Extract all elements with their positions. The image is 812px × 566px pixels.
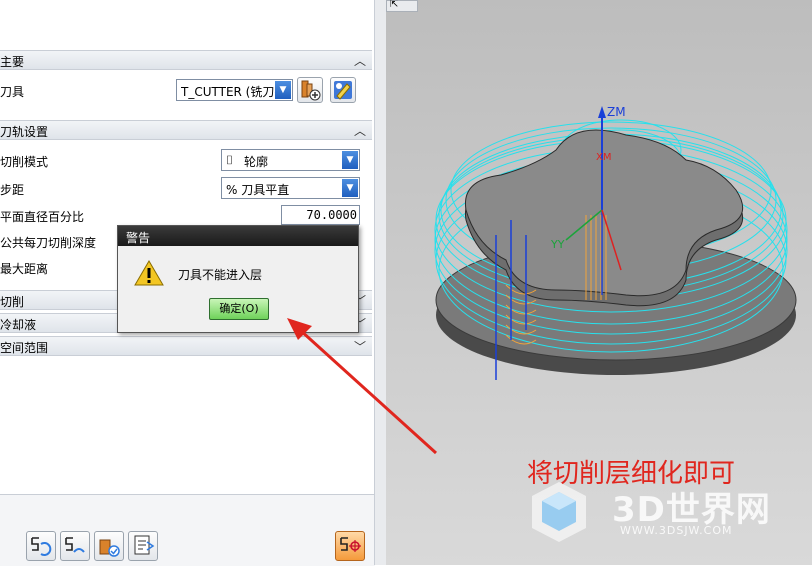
warning-dialog: 警告 刀具不能进入层 确定(O) bbox=[117, 225, 359, 333]
max-distance-label: 最大距离 bbox=[0, 262, 49, 276]
generate-icon bbox=[31, 537, 52, 556]
list-icon bbox=[134, 535, 155, 555]
cut-mode-select[interactable]: ⌷ 轮廓 ▼ bbox=[221, 149, 360, 171]
replay-icon bbox=[65, 537, 85, 553]
flat-diameter-input[interactable]: 70.0000 bbox=[281, 205, 360, 225]
cut-mode-row: 切削模式 ⌷ 轮廓 ▼ bbox=[0, 147, 372, 173]
warning-icon bbox=[134, 260, 164, 286]
list-button[interactable] bbox=[128, 531, 158, 561]
section-main-header[interactable]: 主要 ︿ bbox=[0, 50, 372, 70]
dropdown-arrow-icon: ▼ bbox=[342, 179, 358, 197]
dialog-title: 警告 bbox=[126, 231, 151, 245]
verify-button[interactable] bbox=[94, 531, 124, 561]
panel-top-blank bbox=[0, 0, 375, 48]
tool-select[interactable]: T_CUTTER (铣刀- ▼ bbox=[176, 79, 293, 101]
depth-label: 公共每刀切削深度 bbox=[0, 236, 97, 250]
action-bar bbox=[0, 494, 375, 566]
tool-row: 刀具 T_CUTTER (铣刀- ▼ bbox=[0, 77, 372, 103]
edit-tool-button[interactable] bbox=[330, 77, 356, 103]
chevron-up-icon: ︿ bbox=[353, 124, 366, 138]
watermark-url: WWW.3DSJW.COM bbox=[620, 524, 733, 537]
section-main-label: 主要 bbox=[0, 55, 25, 69]
settings-icon bbox=[340, 537, 361, 552]
cut-mode-value: 轮廓 bbox=[244, 155, 269, 169]
settings-button[interactable] bbox=[335, 531, 365, 561]
undock-icon: ⇱ bbox=[390, 0, 399, 10]
axis-y-label: YY bbox=[550, 238, 565, 251]
contour-mode-icon: ⌷ bbox=[226, 153, 234, 167]
dropdown-arrow-icon: ▼ bbox=[342, 151, 358, 169]
chevron-down-icon: ﹀ bbox=[353, 340, 366, 354]
section-spatial-label: 空间范围 bbox=[0, 341, 49, 355]
replay-button[interactable] bbox=[60, 531, 90, 561]
dialog-titlebar[interactable]: 警告 bbox=[118, 226, 358, 246]
tool-select-value: T_CUTTER (铣刀- bbox=[181, 85, 279, 99]
stepover-value: % 刀具平直 bbox=[226, 183, 290, 197]
watermark-cube-logo bbox=[532, 482, 586, 542]
tool-label: 刀具 bbox=[0, 85, 25, 99]
stepover-label: 步距 bbox=[0, 183, 25, 197]
section-spatial-header[interactable]: 空间范围 ﹀ bbox=[0, 336, 372, 356]
section-toolpath-label: 刀轨设置 bbox=[0, 125, 49, 139]
viewport-tab[interactable]: ⇱ bbox=[386, 0, 418, 12]
axis-x-label: XM bbox=[596, 152, 611, 163]
chevron-up-icon: ︿ bbox=[353, 54, 366, 68]
stepover-select[interactable]: % 刀具平直 ▼ bbox=[221, 177, 360, 199]
verify-icon bbox=[99, 539, 120, 557]
dialog-message: 刀具不能进入层 bbox=[178, 268, 263, 282]
edit-tool-icon bbox=[334, 81, 352, 100]
flat-diameter-label: 平面直径百分比 bbox=[0, 210, 85, 224]
axis-zm-label: ZM bbox=[607, 105, 626, 119]
cut-mode-label: 切削模式 bbox=[0, 155, 49, 169]
section-toolpath-header[interactable]: 刀轨设置 ︿ bbox=[0, 120, 372, 140]
generate-button[interactable] bbox=[26, 531, 56, 561]
new-tool-button[interactable] bbox=[297, 77, 323, 103]
new-tool-icon bbox=[301, 80, 321, 101]
dropdown-arrow-icon: ▼ bbox=[275, 81, 291, 99]
section-coolant-label: 冷却液 bbox=[0, 318, 37, 332]
stepover-row: 步距 % 刀具平直 ▼ bbox=[0, 175, 372, 201]
ok-button[interactable]: 确定(O) bbox=[209, 298, 269, 320]
section-cutting-label: 切削 bbox=[0, 295, 25, 309]
